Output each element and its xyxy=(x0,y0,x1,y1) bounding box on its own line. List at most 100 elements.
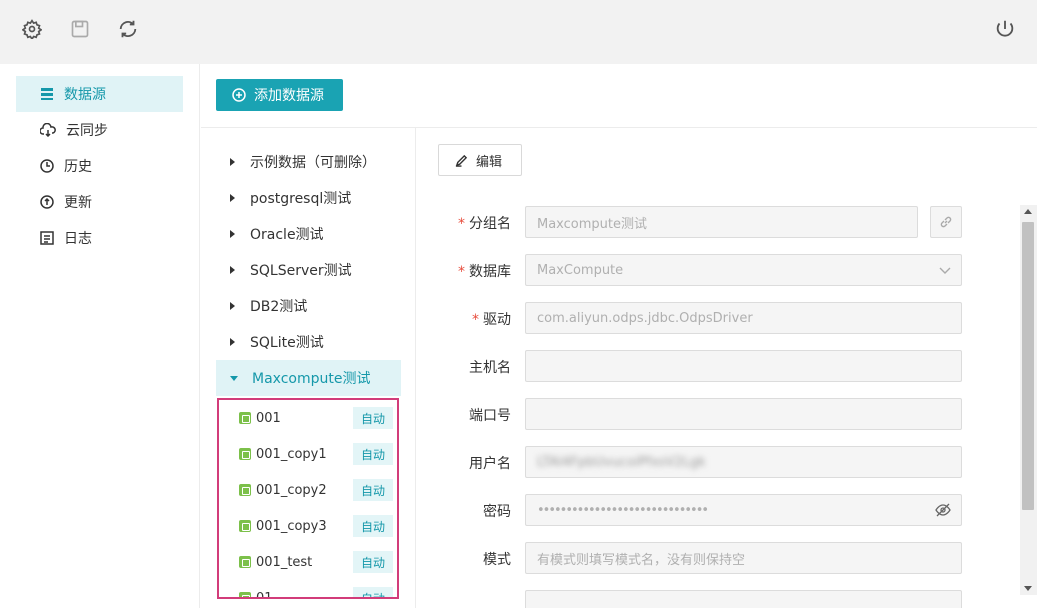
db-connection-icon xyxy=(239,484,251,496)
tree-node[interactable]: DB2测试 xyxy=(216,288,401,324)
form-scrollbar[interactable] xyxy=(1020,205,1037,595)
sidebar-item-label: 更新 xyxy=(64,195,92,211)
scroll-thumb[interactable] xyxy=(1022,222,1034,510)
list-item[interactable]: 001 自动 xyxy=(219,400,397,436)
sidebar: 数据源 云同步 历史 更新 日志 xyxy=(0,64,200,608)
sidebar-item-label: 日志 xyxy=(64,231,92,247)
schema-field[interactable]: 有模式则填写模式名，没有则保持空 xyxy=(525,542,962,574)
settings-icon[interactable] xyxy=(17,14,47,44)
sidebar-item-history[interactable]: 历史 xyxy=(16,148,183,184)
scroll-up-icon[interactable] xyxy=(1024,209,1032,214)
list-item-label: 001_copy2 xyxy=(256,482,327,498)
db-connection-icon xyxy=(239,592,251,597)
add-datasource-button[interactable]: 添加数据源 xyxy=(216,79,343,111)
add-datasource-label: 添加数据源 xyxy=(254,88,324,104)
sidebar-item-log[interactable]: 日志 xyxy=(16,220,183,256)
tree-node-label: 示例数据（可删除） xyxy=(250,155,376,171)
group-name-label: * 分组名 xyxy=(458,216,511,232)
chevron-down-icon xyxy=(939,267,951,274)
host-label: 主机名 xyxy=(469,360,511,376)
database-select[interactable]: MaxCompute xyxy=(525,254,962,286)
database-label: * 数据库 xyxy=(458,264,511,280)
link-icon xyxy=(940,216,952,228)
status-badge: 自动 xyxy=(353,515,393,537)
username-label: 用户名 xyxy=(469,456,511,472)
caret-right-icon xyxy=(230,266,235,274)
status-badge: 自动 xyxy=(353,443,393,465)
status-badge: 自动 xyxy=(353,407,393,429)
sidebar-item-cloud-sync[interactable]: 云同步 xyxy=(16,112,183,148)
scroll-down-icon[interactable] xyxy=(1024,586,1032,591)
tree-node-label: postgresql测试 xyxy=(250,191,352,207)
password-value: •••••••••••••••••••••••••••••• xyxy=(537,502,709,518)
list-item-label: 01 xyxy=(256,590,273,599)
tree-node[interactable]: SQLServer测试 xyxy=(216,252,401,288)
caret-right-icon xyxy=(230,230,235,238)
log-icon xyxy=(40,231,54,245)
clock-icon xyxy=(40,159,54,173)
link-button[interactable] xyxy=(930,206,962,238)
next-field[interactable] xyxy=(525,590,962,608)
cloud-sync-icon xyxy=(40,123,56,137)
child-list-highlight: 001 自动 001_copy1 自动 001_copy2 自动 001_copy3 自… xyxy=(217,398,399,599)
caret-right-icon xyxy=(230,158,235,166)
sidebar-item-label: 数据源 xyxy=(64,87,106,103)
db-connection-icon xyxy=(239,556,251,568)
content-toolbar: 添加数据源 xyxy=(201,64,1037,128)
list-item[interactable]: 001_copy2 自动 xyxy=(219,472,397,508)
port-label: 端口号 xyxy=(469,408,511,424)
sidebar-item-label: 云同步 xyxy=(66,123,108,139)
db-connection-icon xyxy=(239,448,251,460)
driver-field[interactable]: com.aliyun.odps.jdbc.OdpsDriver xyxy=(525,302,962,334)
tree-node-label: Oracle测试 xyxy=(250,227,324,243)
save-icon[interactable] xyxy=(65,14,95,44)
sidebar-item-label: 历史 xyxy=(64,159,92,175)
list-item[interactable]: 001_copy3 自动 xyxy=(219,508,397,544)
eye-off-icon[interactable] xyxy=(935,503,951,517)
database-icon xyxy=(41,88,53,100)
status-badge: 自动 xyxy=(353,551,393,573)
update-icon xyxy=(40,195,54,209)
list-item-label: 001 xyxy=(256,410,281,426)
datasource-tree: 示例数据（可删除） postgresql测试 Oracle测试 SQLServe… xyxy=(201,128,416,608)
tree-node-label: Maxcompute测试 xyxy=(252,371,371,387)
sidebar-item-datasource[interactable]: 数据源 xyxy=(16,76,183,112)
tree-node[interactable]: SQLite测试 xyxy=(216,324,401,360)
host-field[interactable] xyxy=(525,350,962,382)
tree-node[interactable]: 示例数据（可删除） xyxy=(216,144,401,180)
power-icon[interactable] xyxy=(990,14,1020,44)
status-badge: 自动 xyxy=(353,479,393,501)
db-connection-icon xyxy=(239,412,251,424)
db-connection-icon xyxy=(239,520,251,532)
tree-node[interactable]: postgresql测试 xyxy=(216,180,401,216)
tree-node[interactable]: Oracle测试 xyxy=(216,216,401,252)
tree-node-label: SQLServer测试 xyxy=(250,263,352,279)
caret-right-icon xyxy=(230,338,235,346)
group-name-field[interactable]: Maxcompute测试 xyxy=(525,206,918,238)
list-item-label: 001_copy3 xyxy=(256,518,327,534)
refresh-icon[interactable] xyxy=(113,14,143,44)
edit-label: 编辑 xyxy=(476,154,503,170)
list-item[interactable]: 01 自动 xyxy=(219,580,397,599)
caret-right-icon xyxy=(230,194,235,202)
edit-button[interactable]: 编辑 xyxy=(438,144,522,176)
password-field[interactable]: •••••••••••••••••••••••••••••• xyxy=(525,494,962,526)
username-value: LTAI4FpbUvucoiPfxsV2Lgk xyxy=(537,454,706,470)
datasource-form: 编辑 * 分组名 Maxcompute测试 * 数据库 MaxCompute * 驱动… xyxy=(417,128,1037,608)
top-toolbar xyxy=(0,0,1037,64)
sidebar-item-update[interactable]: 更新 xyxy=(16,184,183,220)
list-item-label: 001_copy1 xyxy=(256,446,327,462)
tree-node-expanded[interactable]: Maxcompute测试 xyxy=(216,360,401,396)
password-label: 密码 xyxy=(483,504,511,520)
list-item[interactable]: 001_test 自动 xyxy=(219,544,397,580)
list-item[interactable]: 001_copy1 自动 xyxy=(219,436,397,472)
list-item-label: 001_test xyxy=(256,554,313,570)
pencil-icon xyxy=(455,154,468,167)
database-select-value: MaxCompute xyxy=(537,262,624,278)
caret-right-icon xyxy=(230,302,235,310)
port-field[interactable] xyxy=(525,398,962,430)
tree-node-label: DB2测试 xyxy=(250,299,308,315)
tree-node-label: SQLite测试 xyxy=(250,335,324,351)
schema-label: 模式 xyxy=(483,552,511,568)
username-field[interactable]: LTAI4FpbUvucoiPfxsV2Lgk xyxy=(525,446,962,478)
